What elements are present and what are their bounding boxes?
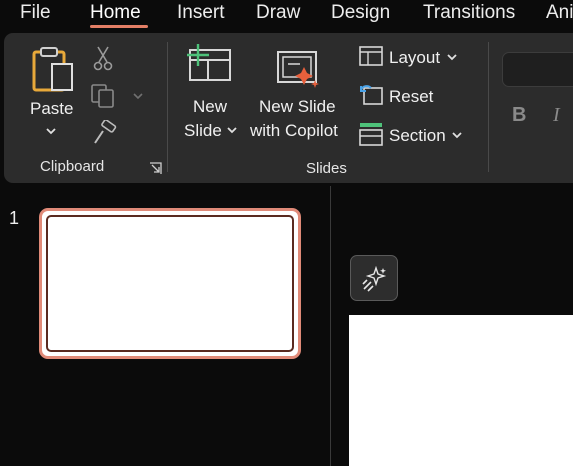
paste-button[interactable]: Paste [30,99,73,119]
layout-icon[interactable] [359,46,383,66]
clipboard-group-label: Clipboard [40,158,105,175]
tab-draw[interactable]: Draw [256,2,300,24]
group-separator [167,42,168,172]
format-painter-icon[interactable] [90,119,118,146]
tab-insert[interactable]: Insert [177,2,225,24]
new-slide-copilot-button[interactable]: with Copilot [250,121,338,141]
tab-design[interactable]: Design [331,2,390,24]
copy-icon[interactable] [90,83,118,109]
pane-divider[interactable] [330,186,331,466]
italic-button[interactable]: I [553,104,560,127]
reset-icon[interactable] [359,84,383,106]
chevron-down-icon[interactable] [451,130,463,140]
section-button[interactable]: Section [389,126,446,146]
layout-button[interactable]: Layout [389,48,440,68]
tab-file[interactable]: File [20,2,51,24]
reset-button[interactable]: Reset [389,87,433,107]
cut-icon[interactable] [92,45,114,71]
chevron-down-icon[interactable] [132,91,144,101]
slide-thumbnail[interactable] [39,208,301,359]
slide-canvas[interactable] [349,315,573,466]
new-slide-icon[interactable] [186,44,234,84]
tab-home[interactable]: Home [90,2,141,24]
bold-button[interactable]: B [512,104,526,127]
font-name-input[interactable] [502,52,573,87]
copilot-button[interactable] [350,255,398,301]
section-icon[interactable] [359,122,383,146]
tab-transitions[interactable]: Transitions [423,2,515,24]
new-slide-label-1[interactable]: New [193,97,227,117]
slide-number: 1 [9,208,20,228]
chevron-down-icon[interactable] [45,126,57,136]
new-slide-copilot-label-1[interactable]: New Slide [259,97,336,117]
copilot-sparkle-icon [362,266,387,292]
slides-group-label: Slides [306,160,347,177]
dialog-launcher-icon[interactable] [149,162,162,175]
copilot-slide-icon[interactable] [276,50,322,90]
paste-icon[interactable] [30,44,78,96]
group-separator [488,42,489,172]
active-tab-indicator [90,25,148,28]
chevron-down-icon[interactable] [226,125,238,135]
tab-animations[interactable]: Ani [546,2,573,24]
chevron-down-icon[interactable] [446,52,458,62]
slide-thumbnail-preview [46,215,294,352]
new-slide-button[interactable]: Slide [184,121,222,141]
